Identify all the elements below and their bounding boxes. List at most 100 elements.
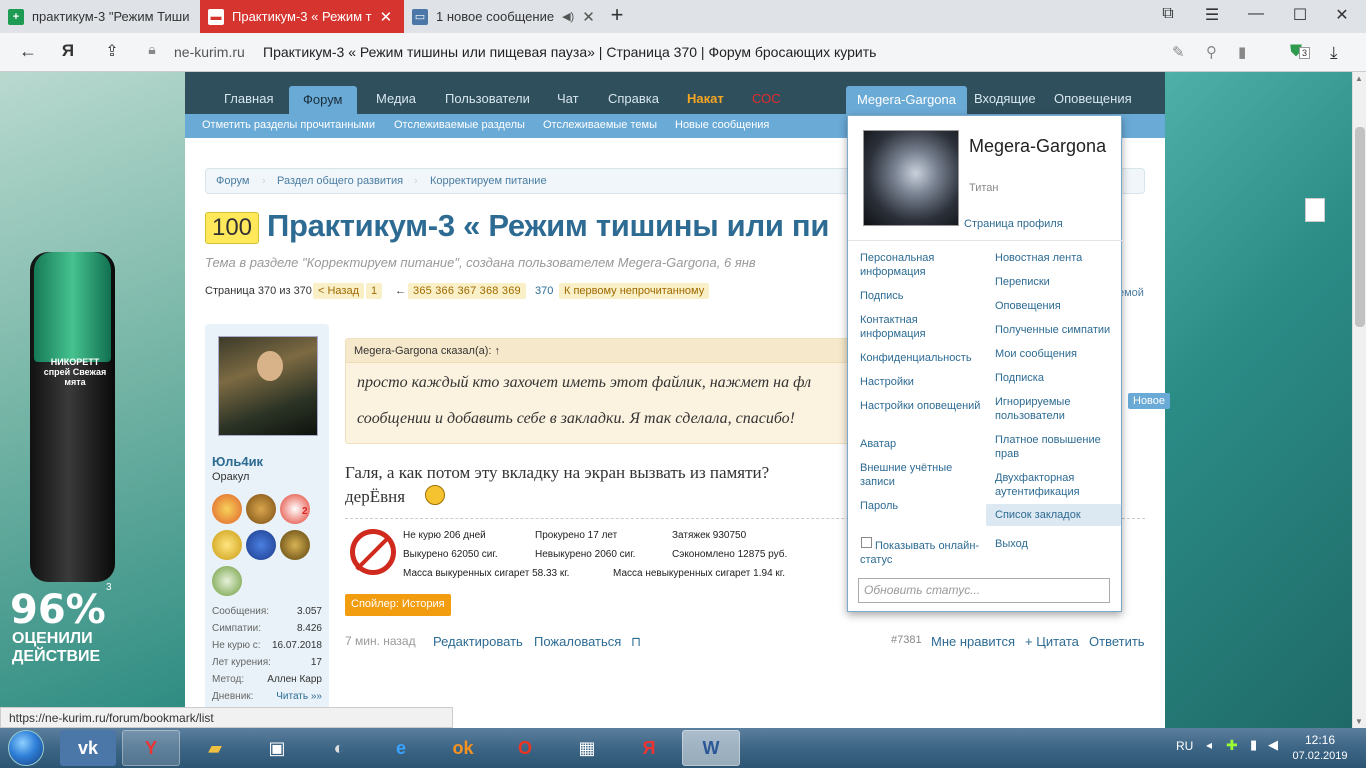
yandex-browser-app-icon[interactable]: Y <box>122 730 180 766</box>
nav-inbox[interactable]: Входящие <box>974 91 1036 106</box>
download-icon[interactable]: ⤓ <box>1330 43 1338 63</box>
award-apple-icon[interactable]: 2 <box>280 494 310 524</box>
menu-avatar[interactable]: Аватар <box>860 437 982 451</box>
tray-app-icon[interactable]: ✚ <box>1226 737 1238 754</box>
tray-arrow-icon[interactable]: ◂ <box>1206 738 1212 752</box>
breadcrumb-subsection[interactable]: Корректируем питание <box>430 175 547 187</box>
network-icon[interactable]: ▮ <box>1250 737 1257 753</box>
subnav-new-posts[interactable]: Новые сообщения <box>675 119 769 131</box>
explorer-app-icon[interactable]: ▰ <box>186 730 244 766</box>
menu-conversations[interactable]: Переписки <box>995 275 1117 289</box>
close-window-icon[interactable]: ✕ <box>1330 5 1354 25</box>
yandex-app-icon[interactable]: Я <box>620 730 678 766</box>
close-tab-icon[interactable]: ✕ <box>582 8 595 26</box>
award-laurel-icon[interactable] <box>280 530 310 560</box>
subnav-watched-threads[interactable]: Отслеживаемые темы <box>543 119 657 131</box>
menu-external-accounts[interactable]: Внешние учётные записи <box>860 461 982 489</box>
award-bike-icon[interactable] <box>212 566 242 596</box>
diary-link[interactable]: Читать »» <box>276 691 322 702</box>
internet-explorer-app-icon[interactable]: e <box>372 730 430 766</box>
protect-shield-icon[interactable]: ⛊3 <box>1290 43 1311 61</box>
tabs-overview-icon[interactable]: ⧉ <box>1156 5 1180 23</box>
dropdown-avatar[interactable] <box>863 130 959 226</box>
post-number[interactable]: #7381 <box>891 634 922 646</box>
menu-two-step[interactable]: Двухфакторная аутентификация <box>995 471 1117 499</box>
menu-alert-settings[interactable]: Настройки оповещений <box>860 399 982 413</box>
page-link[interactable]: 366 <box>435 285 454 297</box>
volume-icon[interactable]: ◀ <box>1268 737 1278 753</box>
new-tab-button[interactable]: + <box>605 2 629 28</box>
word-app-icon[interactable]: W <box>682 730 740 766</box>
start-button[interactable] <box>8 730 44 766</box>
quote-link[interactable]: + Цитата <box>1025 634 1079 649</box>
menu-contact-info[interactable]: Контактная информация <box>860 313 982 341</box>
menu-ignored-users[interactable]: Игнорируемые пользователи <box>995 395 1117 423</box>
nav-chat[interactable]: Чат <box>557 84 579 114</box>
url-domain[interactable]: ne-kurim.ru <box>174 44 245 60</box>
bookmark-icon[interactable]: ⊓ <box>631 634 641 650</box>
menu-personal-info[interactable]: Персональная информация <box>860 251 982 279</box>
nav-forum[interactable]: Форум <box>289 86 357 114</box>
media-app-icon[interactable]: ◐ <box>310 730 368 766</box>
pin-icon[interactable]: ⚲ <box>1206 43 1217 61</box>
menu-bookmarks[interactable]: Список закладок <box>986 504 1121 526</box>
show-online-label[interactable]: Показывать онлайн-статус <box>860 539 982 567</box>
opera-app-icon[interactable]: O <box>496 730 554 766</box>
yandex-logo-icon[interactable]: Я <box>56 41 80 61</box>
nav-alerts[interactable]: Оповещения <box>1054 91 1132 106</box>
page-link[interactable]: 1 <box>366 283 383 299</box>
language-indicator[interactable]: RU <box>1176 739 1193 753</box>
menu-privacy[interactable]: Конфиденциальность <box>860 351 982 365</box>
back-arrow-icon[interactable]: ← <box>16 41 40 62</box>
clock-time[interactable]: 12:16 <box>1290 733 1350 747</box>
new-badge[interactable]: Новое <box>1128 393 1171 409</box>
edit-link[interactable]: Редактировать <box>433 634 523 649</box>
menu-settings[interactable]: Настройки <box>860 375 982 389</box>
menu-password[interactable]: Пароль <box>860 499 982 513</box>
menu-paid-upgrades[interactable]: Платное повышение прав <box>995 433 1117 461</box>
nav-users[interactable]: Пользователи <box>445 84 530 114</box>
url-page-title[interactable]: Практикум-3 « Режим тишины или пищевая п… <box>263 44 876 60</box>
nav-help[interactable]: Справка <box>608 84 659 114</box>
share-icon[interactable]: ⇪ <box>100 41 124 61</box>
close-tab-icon[interactable]: ✕ <box>380 8 393 26</box>
author-avatar[interactable] <box>218 336 318 436</box>
award-star-icon[interactable] <box>246 494 276 524</box>
dropdown-username[interactable]: Megera-Gargona <box>969 134 1109 158</box>
menu-signature[interactable]: Подпись <box>860 289 982 303</box>
lock-icon[interactable]: 🔒︎ <box>140 41 164 58</box>
nav-home[interactable]: Главная <box>224 84 273 114</box>
scroll-thumb[interactable] <box>1355 127 1365 327</box>
breadcrumb-forum[interactable]: Форум <box>216 175 249 187</box>
scroll-up-icon[interactable]: ▲ <box>1355 74 1363 83</box>
author-name[interactable]: Юль4ик <box>212 454 263 469</box>
clock-date[interactable]: 07.02.2019 <box>1290 750 1350 762</box>
nav-media[interactable]: Медиа <box>376 84 416 114</box>
save-app-icon[interactable]: ▣ <box>248 730 306 766</box>
nav-sos[interactable]: СОС <box>752 84 781 114</box>
bookmark-icon[interactable]: ▮ <box>1238 43 1246 61</box>
status-update-input[interactable]: Обновить статус... <box>858 578 1110 603</box>
page-link[interactable]: 368 <box>480 285 499 297</box>
award-flower-icon[interactable] <box>212 494 242 524</box>
page-jump-arrow-icon[interactable]: ← <box>395 285 406 297</box>
browser-tab-sheets[interactable]: + практикум-3 "Режим Тиши <box>0 0 200 33</box>
page-link[interactable]: 367 <box>457 285 476 297</box>
mute-icon[interactable]: ✎ <box>1172 43 1185 61</box>
menu-icon[interactable]: ☰ <box>1200 5 1224 25</box>
menu-subscription[interactable]: Подписка <box>995 371 1117 385</box>
browser-tab-forum[interactable]: ▬ Практикум-3 « Режим т ✕ <box>200 0 404 33</box>
paint-app-icon[interactable]: ▦ <box>558 730 616 766</box>
menu-logout[interactable]: Выход <box>995 537 1117 551</box>
ad-banner-left[interactable]: НИКОРЕТТ спрей Свежая мята 3 96% ОЦЕНИЛИ… <box>0 72 185 728</box>
like-link[interactable]: Мне нравится <box>931 634 1015 649</box>
report-link[interactable]: Пожаловаться <box>534 634 621 649</box>
post-time[interactable]: 7 мин. назад <box>345 634 416 648</box>
odnoklassniki-app-icon[interactable]: ok <box>434 730 492 766</box>
award-medal-icon[interactable] <box>212 530 242 560</box>
menu-my-posts[interactable]: Мои сообщения <box>995 347 1117 361</box>
breadcrumb-section[interactable]: Раздел общего развития <box>277 175 403 187</box>
page-links[interactable]: 365 366 367 368 369 <box>408 283 526 299</box>
prev-page-button[interactable]: < Назад <box>313 283 364 299</box>
menu-alerts[interactable]: Оповещения <box>995 299 1117 313</box>
